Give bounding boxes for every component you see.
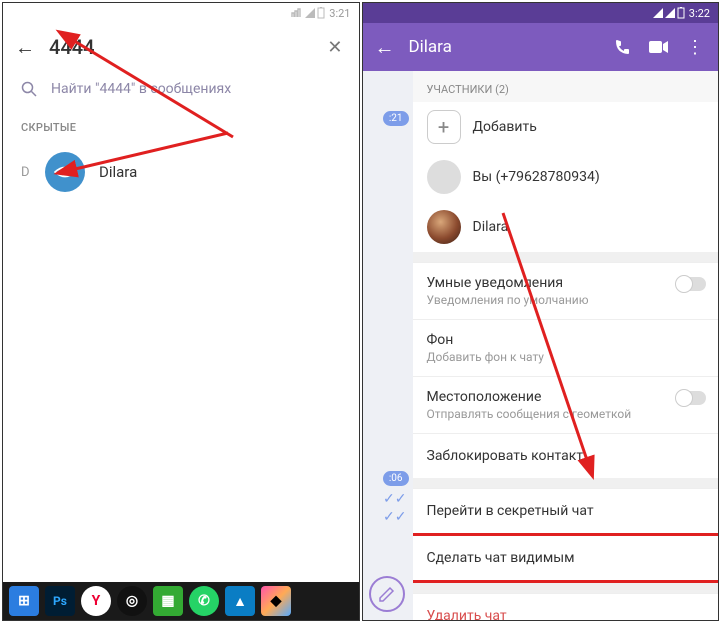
eye-icon [54,165,76,179]
setting-title: Умные уведомления [427,275,705,291]
status-icons [291,7,325,19]
delete-chat[interactable]: Удалить чат [413,593,719,620]
status-bar: 3:22 [363,3,719,23]
location-row[interactable]: Местоположение Отправлять сообщения с ге… [413,376,719,433]
search-toolbar: ← ✕ [3,23,359,71]
hidden-section-header: СКРЫТЫЕ [3,107,359,142]
more-icon[interactable]: ⋮ [684,36,706,58]
app-icon[interactable]: ▦ [153,586,183,616]
search-in-messages[interactable]: Найти "4444" в сообщениях [3,71,359,107]
phone-left: 3:21 ← ✕ Найти "4444" в сообщениях СКРЫТ… [2,2,360,621]
time-badge: :06 [383,471,409,486]
read-checks-icon: ✓✓ [383,509,406,525]
info-panel: УЧАСТНИКИ (2) + Добавить Вы (+7962878093… [413,71,719,620]
avatar-placeholder-icon [427,160,461,194]
participants-header: УЧАСТНИКИ (2) [413,71,719,102]
search-icon [21,81,37,97]
app-whatsapp-icon[interactable]: ✆ [189,586,219,616]
setting-subtitle: Уведомления по умолчанию [427,293,705,307]
back-arrow-icon[interactable]: ← [15,35,35,60]
avatar [427,210,461,244]
secret-chat[interactable]: Перейти в секретный чат [413,488,719,533]
add-label: Добавить [473,119,537,135]
app-photoshop-icon[interactable]: Ps [45,586,75,616]
app-icon[interactable]: ◆ [261,586,291,616]
time-badge: :21 [383,111,409,126]
member-row[interactable]: Вы (+79628780934) [413,152,719,202]
make-visible[interactable]: Сделать чат видимым [413,533,719,583]
chat-toolbar: ← Dilara ⋮ [363,23,719,71]
search-input[interactable] [49,35,309,59]
setting-title: Местоположение [427,389,705,405]
toggle-switch[interactable] [676,391,706,405]
setting-subtitle: Отправлять сообщения с геометкой [427,407,705,421]
hidden-avatar [45,152,85,192]
status-bar: 3:21 [3,3,359,23]
status-time: 3:22 [689,7,710,20]
contact-item[interactable]: D Dilara [3,142,359,202]
chat-info-body: :21 :06 ✓✓ ✓✓ УЧАСТНИКИ (2) + Добавить В… [363,71,719,620]
app-icon[interactable]: ◎ [117,586,147,616]
back-arrow-icon[interactable]: ← [375,35,395,60]
member-name: Dilara [473,219,509,235]
chat-preview-strip: :21 :06 ✓✓ ✓✓ [363,71,413,620]
clear-icon[interactable]: ✕ [323,37,346,58]
member-row[interactable]: Dilara [413,202,719,252]
status-icons [653,7,685,19]
phone-right: 3:22 ← Dilara ⋮ :21 :06 ✓✓ ✓✓ УЧАСТНИКИ … [362,2,720,621]
member-you: Вы (+79628780934) [473,169,600,185]
index-letter: D [21,165,31,180]
toggle-switch[interactable] [676,277,706,291]
video-icon[interactable] [648,36,670,58]
status-time: 3:21 [329,7,350,20]
taskbar: ⊞ Ps Y ◎ ▦ ✆ ▲ ◆ [3,582,359,620]
setting-subtitle: Добавить фон к чату [427,350,705,364]
read-checks-icon: ✓✓ [383,491,406,507]
block-contact[interactable]: Заблокировать контакт [413,433,719,478]
add-member-row[interactable]: + Добавить [413,102,719,152]
chat-title: Dilara [409,37,599,57]
smart-notifications-row[interactable]: Умные уведомления Уведомления по умолчан… [413,262,719,319]
call-icon[interactable] [612,36,634,58]
contact-name: Dilara [99,163,137,181]
app-yandex-icon[interactable]: Y [81,586,111,616]
app-icon[interactable]: ▲ [225,586,255,616]
background-row[interactable]: Фон Добавить фон к чату [413,319,719,376]
plus-icon: + [427,110,461,144]
app-icon[interactable]: ⊞ [9,586,39,616]
search-hint-text: Найти "4444" в сообщениях [51,81,231,97]
compose-button[interactable] [369,576,405,612]
setting-title: Фон [427,332,705,348]
pencil-icon [378,585,396,603]
